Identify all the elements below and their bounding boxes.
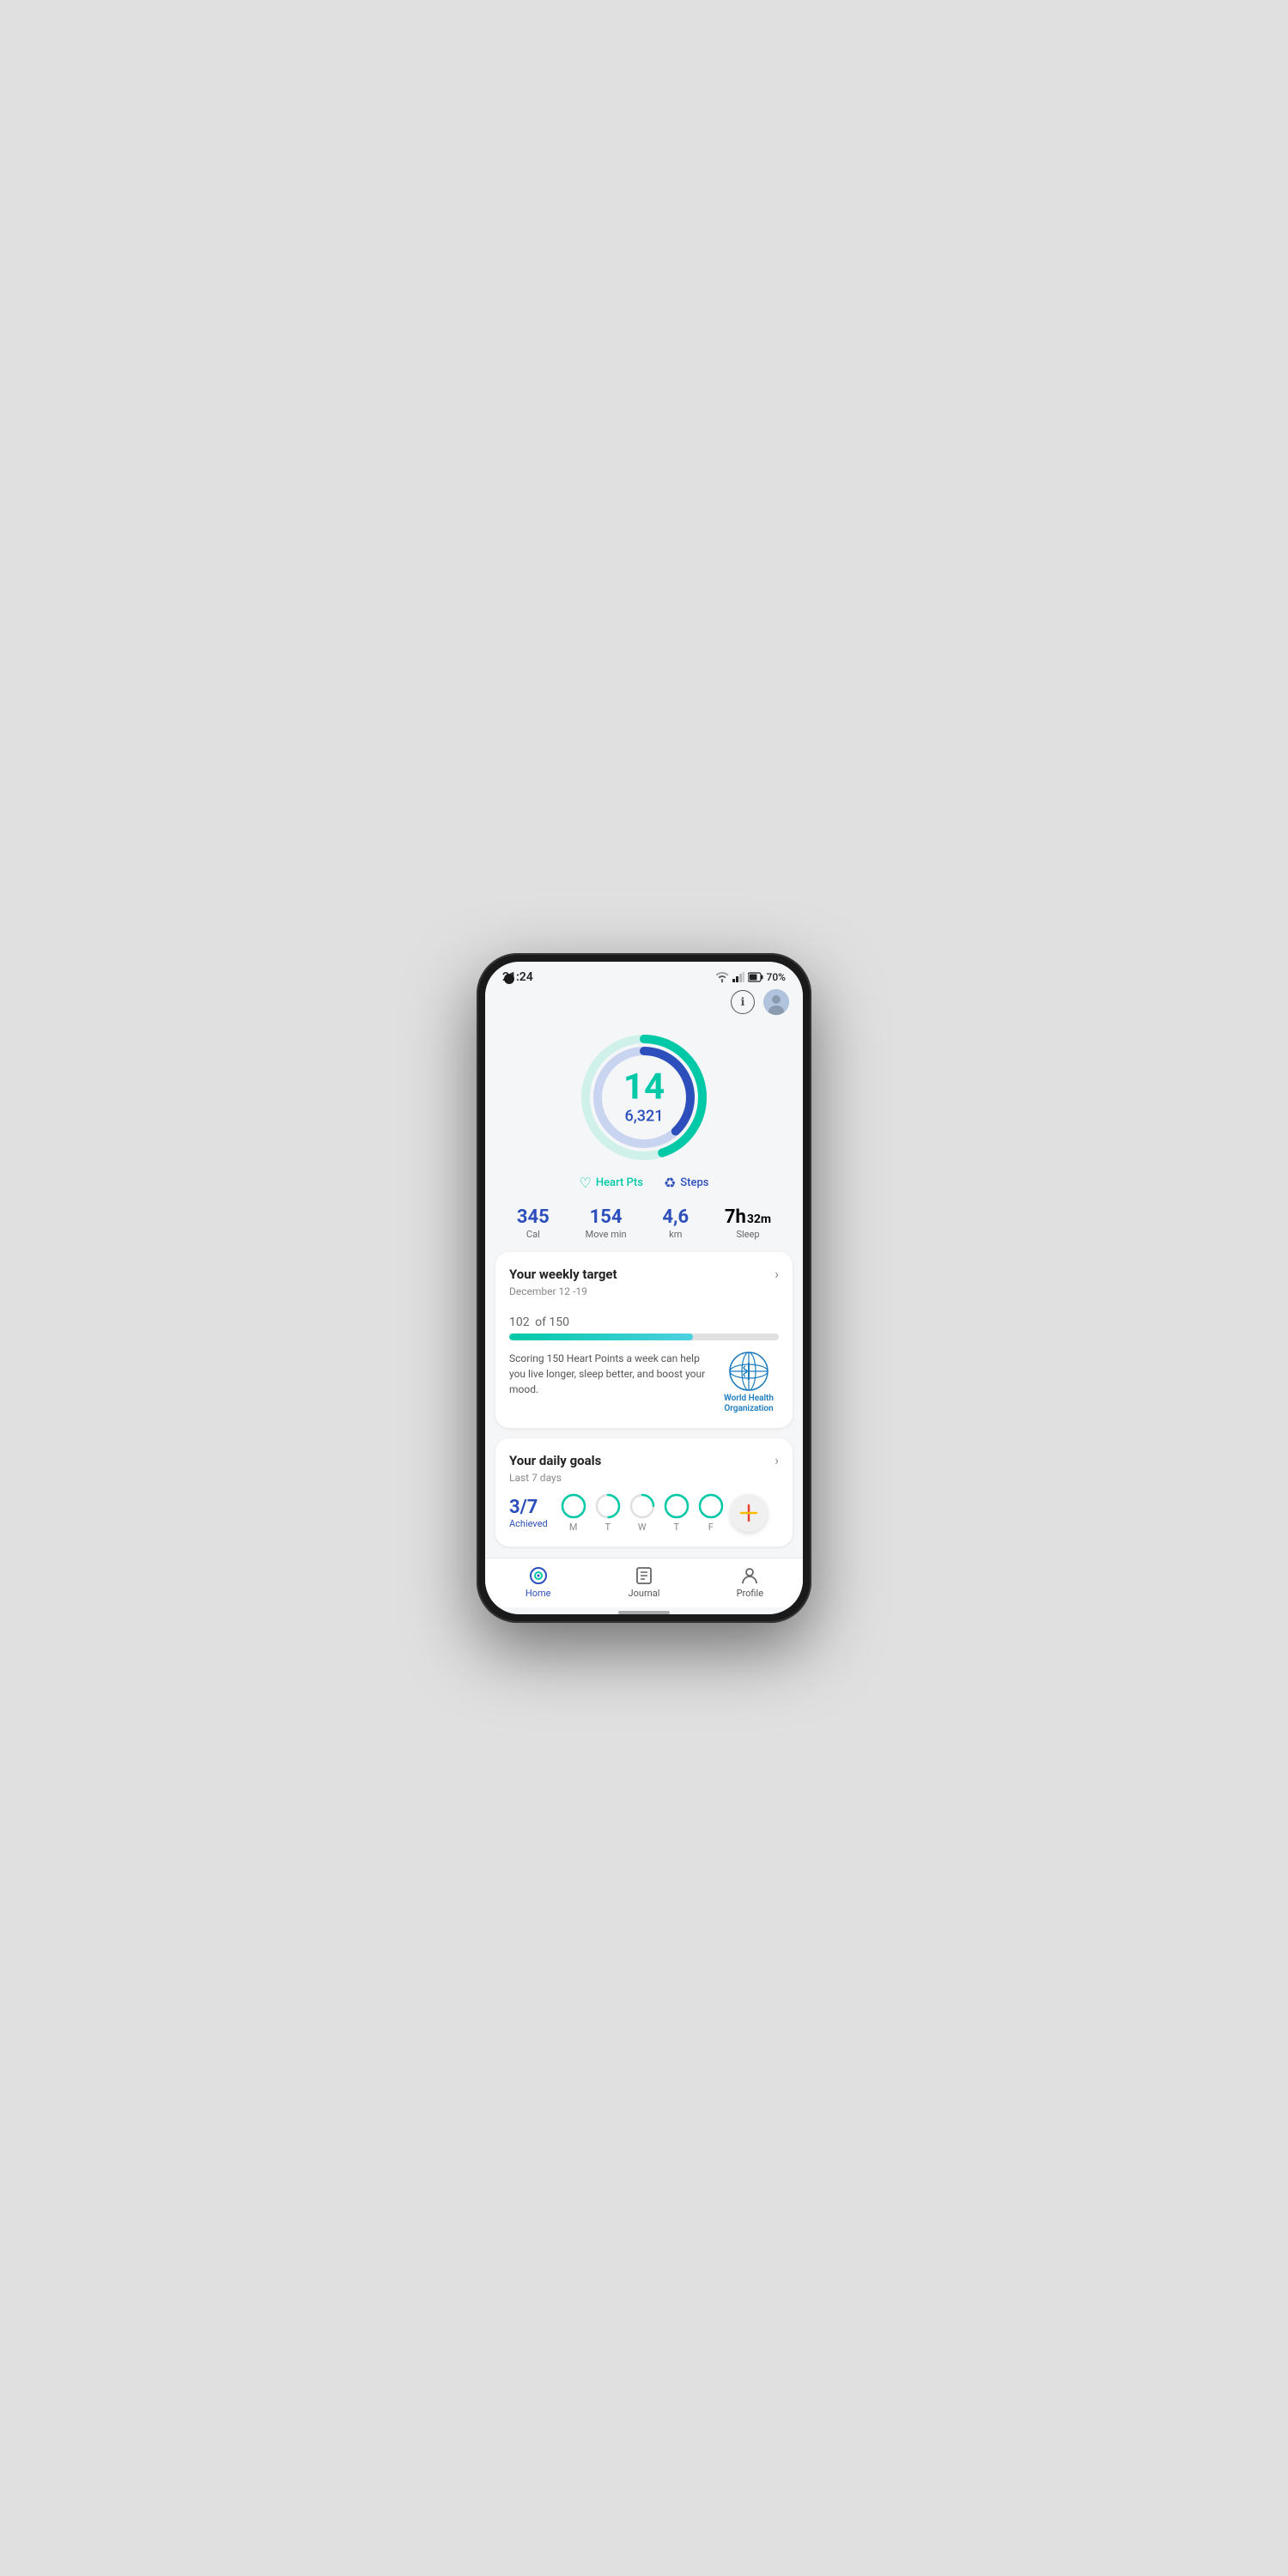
status-bar: 21:24 <box>485 962 803 987</box>
circle-F-svg <box>697 1492 725 1520</box>
steps-legend: ♻ Steps <box>664 1175 709 1191</box>
ring-legend: ♡ Heart Pts ♻ Steps <box>580 1175 709 1191</box>
daily-goals-subtitle: Last 7 days <box>509 1472 779 1484</box>
daily-goals-chevron[interactable]: › <box>775 1452 779 1468</box>
weekly-target-title: Your weekly target <box>509 1267 617 1282</box>
info-icon: ℹ <box>741 996 745 1009</box>
day-circles: ✓ M T <box>560 1492 725 1533</box>
move-value: 154 <box>590 1206 623 1228</box>
day-label-M: M <box>569 1522 578 1533</box>
steps-value: 6,321 <box>623 1108 665 1126</box>
ring-chart[interactable]: 14 6,321 <box>575 1029 713 1166</box>
day-T1: T <box>594 1492 622 1533</box>
target-score: 102 of 150 <box>509 1306 779 1332</box>
sleep-label: Sleep <box>736 1229 759 1240</box>
nav-journal[interactable]: Journal <box>614 1565 674 1599</box>
battery-percent: 70% <box>767 971 786 983</box>
move-label: Move min <box>586 1229 627 1240</box>
battery-icon <box>748 972 763 982</box>
circle-W-svg <box>629 1492 656 1520</box>
weekly-target-date: December 12 -19 <box>509 1285 779 1297</box>
scroll-content: 14 6,321 ♡ Heart Pts ♻ Steps <box>485 1020 803 1558</box>
achieved-label: 3/7 Achieved <box>509 1497 548 1529</box>
circle-T2-svg <box>663 1492 690 1520</box>
add-fab-button[interactable] <box>730 1494 768 1532</box>
progress-bar-fill <box>509 1334 693 1340</box>
heart-pts-value: 14 <box>623 1070 665 1106</box>
nav-profile-label: Profile <box>737 1588 763 1599</box>
score-suffix: of 150 <box>535 1315 569 1329</box>
cal-stat[interactable]: 345 Cal <box>517 1206 550 1240</box>
circle-M-svg <box>560 1492 587 1520</box>
nav-home[interactable]: Home <box>508 1565 568 1599</box>
phone-screen: 21:24 <box>485 962 803 1614</box>
nav-profile[interactable]: Profile <box>720 1565 780 1599</box>
day-label-F: F <box>708 1522 714 1533</box>
weekly-target-desc: Scoring 150 Heart Points a week can help… <box>509 1351 710 1397</box>
wifi-icon <box>715 972 729 982</box>
day-W: W <box>629 1492 656 1533</box>
achieved-sub: Achieved <box>509 1518 548 1529</box>
bottom-nav: Home Journal <box>485 1558 803 1607</box>
stats-row: 345 Cal 154 Move min 4,6 km 7h 32m Sleep <box>485 1198 803 1252</box>
home-icon <box>528 1565 549 1586</box>
steps-label: Steps <box>680 1176 708 1189</box>
who-label: World HealthOrganization <box>724 1394 774 1414</box>
day-label-W: W <box>638 1522 647 1533</box>
camera-dot <box>504 974 514 984</box>
sleep-minutes: 32m <box>747 1212 771 1226</box>
day-F: ✓ F <box>697 1492 725 1533</box>
info-button[interactable]: ℹ <box>731 990 755 1014</box>
move-stat[interactable]: 154 Move min <box>586 1206 627 1240</box>
day-M: ✓ M <box>560 1492 587 1533</box>
cal-label: Cal <box>526 1229 540 1240</box>
who-logo: World HealthOrganization <box>719 1351 779 1414</box>
weekly-target-card[interactable]: Your weekly target › December 12 -19 102… <box>495 1252 793 1428</box>
who-emblem-svg <box>728 1351 769 1392</box>
status-icons: 70% <box>715 971 786 983</box>
goals-row: 3/7 Achieved ✓ M <box>509 1492 779 1533</box>
circle-T1-svg <box>594 1492 622 1520</box>
home-indicator <box>618 1611 670 1614</box>
achieved-value: 3/7 <box>509 1497 548 1518</box>
card-bottom: Scoring 150 Heart Points a week can help… <box>509 1351 779 1414</box>
journal-icon <box>634 1565 654 1586</box>
sleep-stat[interactable]: 7h 32m Sleep <box>725 1206 771 1240</box>
daily-goals-header: Your daily goals › <box>509 1452 779 1468</box>
nav-journal-label: Journal <box>629 1588 660 1599</box>
heart-icon: ♡ <box>580 1175 592 1191</box>
avatar[interactable] <box>763 989 789 1015</box>
daily-goals-card[interactable]: Your daily goals › Last 7 days 3/7 Achie… <box>495 1438 793 1546</box>
day-T2: ✓ T <box>663 1492 690 1533</box>
day-label-T2: T <box>673 1522 679 1533</box>
heart-pts-legend: ♡ Heart Pts <box>580 1175 643 1191</box>
daily-goals-title: Your daily goals <box>509 1453 601 1468</box>
colorful-plus-svg <box>739 1504 758 1522</box>
ring-section: 14 6,321 ♡ Heart Pts ♻ Steps <box>485 1020 803 1198</box>
sleep-value-row: 7h 32m <box>725 1206 771 1228</box>
cal-value: 345 <box>517 1206 550 1228</box>
steps-icon: ♻ <box>664 1175 676 1191</box>
signal-icon <box>732 972 744 982</box>
km-stat[interactable]: 4,6 km <box>662 1206 689 1240</box>
progress-bar-bg <box>509 1334 779 1340</box>
nav-home-label: Home <box>526 1588 551 1599</box>
weekly-target-chevron[interactable]: › <box>775 1266 779 1282</box>
km-value: 4,6 <box>662 1206 689 1228</box>
phone-frame: 21:24 <box>477 953 811 1623</box>
heart-pts-label: Heart Pts <box>596 1176 643 1189</box>
score-value: 102 <box>509 1315 530 1329</box>
km-label: km <box>669 1229 682 1240</box>
ring-center: 14 6,321 <box>623 1070 665 1126</box>
day-label-T1: T <box>605 1522 611 1533</box>
profile-icon <box>739 1565 760 1586</box>
top-actions: ℹ <box>485 987 803 1020</box>
weekly-target-header: Your weekly target › <box>509 1266 779 1282</box>
sleep-hours: 7h <box>725 1206 746 1228</box>
